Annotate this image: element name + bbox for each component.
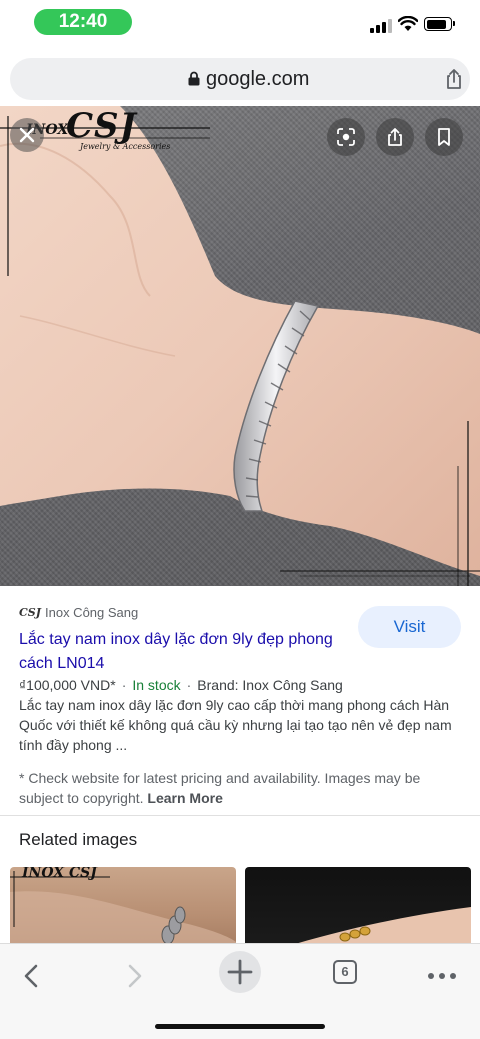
home-indicator xyxy=(155,1024,325,1029)
plus-icon xyxy=(227,959,253,985)
address-bar[interactable]: google.com xyxy=(10,58,470,100)
lens-button[interactable] xyxy=(327,118,365,156)
price: ₫100,000 VND* xyxy=(19,677,116,693)
disclaimer: * Check website for latest pricing and a… xyxy=(19,768,459,808)
forward-button[interactable] xyxy=(114,956,154,996)
wifi-icon xyxy=(398,16,418,31)
divider xyxy=(0,815,480,816)
logo-tagline: Jewelry & Accessories xyxy=(80,142,171,151)
related-image-1[interactable]: INOX CSJ xyxy=(10,867,236,947)
brand: Brand: Inox Công Sang xyxy=(197,677,343,693)
product-description: Lắc tay nam inox dây lặc đơn 9ly cao cấp… xyxy=(19,697,452,753)
product-title-link[interactable]: Lắc tay nam inox dây lặc đơn 9ly đẹp pho… xyxy=(19,628,339,676)
cellular-signal-icon xyxy=(370,19,392,33)
learn-more-link[interactable]: Learn More xyxy=(147,790,222,806)
share-icon xyxy=(388,128,402,146)
related-image-2[interactable] xyxy=(245,867,471,947)
back-button[interactable] xyxy=(12,956,52,996)
source-name: Inox Công Sang xyxy=(45,605,139,620)
battery-icon xyxy=(424,17,455,31)
lock-icon xyxy=(188,71,200,86)
bookmark-button[interactable] xyxy=(425,118,463,156)
url-text: google.com xyxy=(206,68,310,90)
more-menu-button[interactable] xyxy=(422,956,462,996)
product-meta: ₫100,000 VND* · In stock · Brand: Inox Công … xyxy=(19,677,343,693)
visit-button[interactable]: Visit xyxy=(358,606,461,648)
product-image[interactable]: INOX CSJ Jewelry & Accessories xyxy=(0,106,480,586)
related-image-2-photo xyxy=(285,907,471,947)
new-tab-button[interactable] xyxy=(219,951,261,993)
close-icon xyxy=(19,127,35,143)
logo-brand: CSJ xyxy=(66,106,137,146)
share-icon[interactable] xyxy=(442,67,466,91)
lens-icon xyxy=(337,128,355,146)
stock-status: In stock xyxy=(132,677,181,693)
tab-switcher-button[interactable]: 6 xyxy=(333,960,357,984)
share-button[interactable] xyxy=(376,118,414,156)
status-bar: 12:40 xyxy=(0,0,480,46)
related-images-heading: Related images xyxy=(19,830,138,849)
status-time: 12:40 xyxy=(34,9,132,35)
related-image-1-logo: INOX CSJ xyxy=(22,867,97,881)
close-button[interactable] xyxy=(10,118,44,152)
wrist-bracelet-photo xyxy=(0,106,480,586)
source-logo: CSJ xyxy=(19,606,41,619)
bookmark-icon xyxy=(438,128,450,146)
